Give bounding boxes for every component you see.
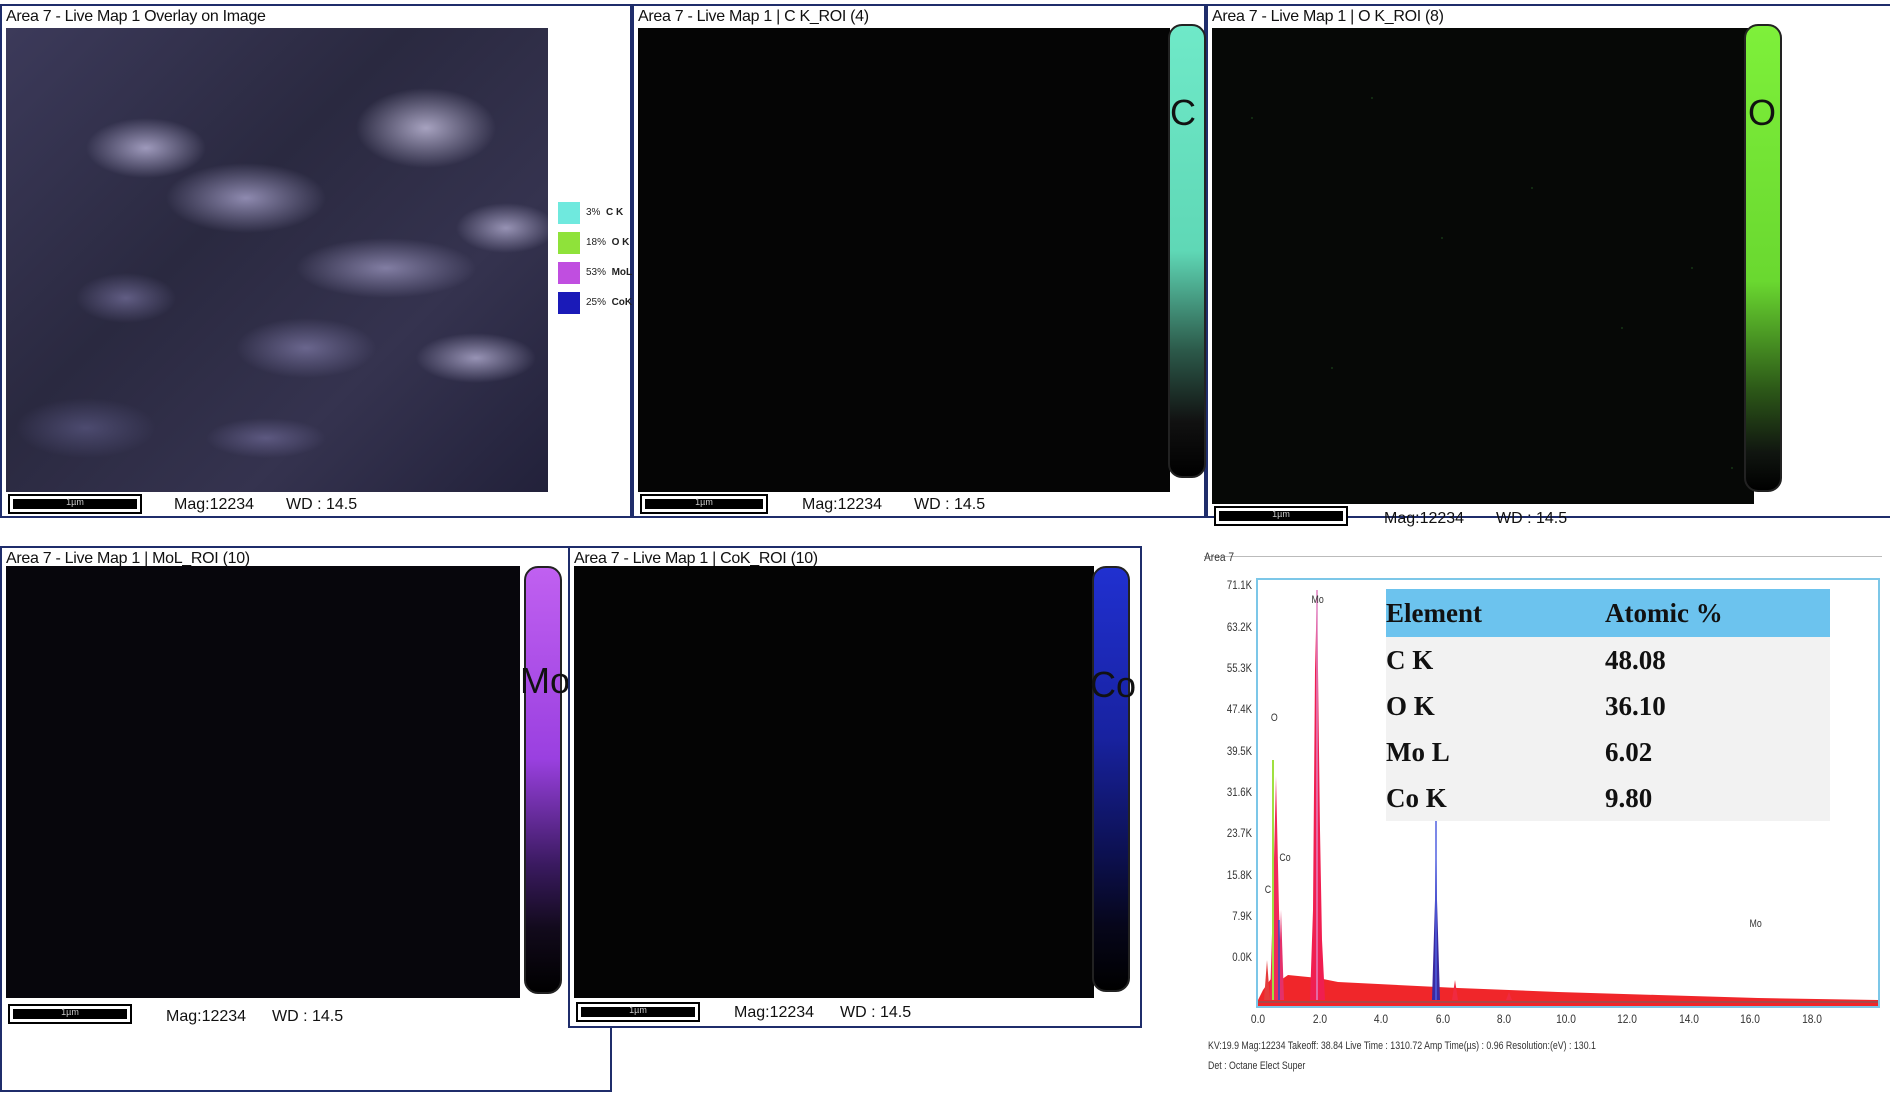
legend-label: C K bbox=[606, 207, 624, 218]
spectrum-peak-c bbox=[1264, 960, 1270, 1000]
table-row: Co K 9.80 bbox=[1386, 775, 1830, 821]
peak-label-mo-high: Mo bbox=[1749, 918, 1762, 930]
value-cell: 36.10 bbox=[1605, 683, 1830, 729]
c-map-panel: Area 7 - Live Map 1 | C K_ROI (4) 1µm Ma… bbox=[632, 4, 1206, 518]
scale-bar: 1µm bbox=[8, 494, 142, 514]
mo-map-image bbox=[6, 566, 520, 998]
y-tick-label: 71.1K bbox=[1226, 578, 1252, 592]
spectrum-title: Area 7 bbox=[1204, 550, 1235, 564]
peak-label-mo: Mo bbox=[1311, 594, 1324, 606]
peak-label-c: C bbox=[1264, 884, 1272, 896]
legend-swatch bbox=[558, 232, 580, 254]
peak-label-o: O bbox=[1270, 712, 1278, 724]
o-map-title: Area 7 - Live Map 1 | O K_ROI (8) bbox=[1212, 8, 1444, 25]
y-tick-label: 47.4K bbox=[1226, 702, 1252, 716]
overlay-panel-title: Area 7 - Live Map 1 Overlay on Image bbox=[6, 8, 266, 25]
magnification-text: Mag:12234 bbox=[802, 496, 883, 513]
scale-bar-label: 1µm bbox=[66, 497, 84, 507]
o-map-image bbox=[1212, 28, 1754, 504]
spectrum-status-line: KV:19.9 Mag:12234 Takeoff: 38.84 Live Ti… bbox=[1208, 1040, 1596, 1052]
working-distance-text: WD : 14.5 bbox=[1496, 510, 1568, 527]
co-intensity-colorbar bbox=[1092, 566, 1130, 992]
scale-bar-label: 1µm bbox=[1272, 509, 1290, 519]
legend-label: MoL bbox=[611, 267, 633, 278]
legend-pct: 25% bbox=[586, 297, 607, 308]
x-tick-label: 12.0 bbox=[1617, 1012, 1637, 1026]
spectrum-continuum bbox=[1258, 975, 1878, 1006]
legend-pct: 53% bbox=[586, 267, 607, 278]
peak-label-co-low: Co bbox=[1279, 852, 1291, 864]
element-cell: Co K bbox=[1386, 775, 1605, 821]
element-cell: Mo L bbox=[1386, 729, 1605, 775]
x-tick-label: 16.0 bbox=[1740, 1012, 1760, 1026]
c-map-image bbox=[638, 28, 1170, 492]
mo-intensity-colorbar bbox=[524, 566, 562, 994]
atomic-percent-table: Element Atomic % C K 48.08 O K 36.10 Mo … bbox=[1386, 589, 1830, 821]
o-element-label: O bbox=[1748, 92, 1777, 133]
x-tick-label: 18.0 bbox=[1802, 1012, 1822, 1026]
working-distance-text: WD : 14.5 bbox=[286, 496, 358, 513]
magnification-text: Mag:12234 bbox=[1384, 510, 1465, 527]
working-distance-text: WD : 14.5 bbox=[914, 496, 986, 513]
c-element-label: C bbox=[1170, 92, 1196, 133]
c-map-title: Area 7 - Live Map 1 | C K_ROI (4) bbox=[638, 8, 869, 25]
x-tick-label: 2.0 bbox=[1312, 1012, 1328, 1026]
o-map-panel: Area 7 - Live Map 1 | O K_ROI (8) 1µm Ma… bbox=[1206, 4, 1890, 527]
legend-pct: 18% bbox=[586, 237, 607, 248]
table-row: Mo L 6.02 bbox=[1386, 729, 1830, 775]
x-tick-label: 0.0 bbox=[1250, 1012, 1266, 1026]
magnification-text: Mag:12234 bbox=[734, 1004, 815, 1021]
scale-bar: 1µm bbox=[640, 494, 768, 514]
table-header-row: Element Atomic % bbox=[1386, 589, 1830, 637]
co-element-label: Co bbox=[1090, 664, 1137, 705]
x-tick-label: 8.0 bbox=[1496, 1012, 1512, 1026]
y-tick-label: 0.0K bbox=[1232, 950, 1252, 964]
mo-element-label: Mo bbox=[520, 660, 571, 701]
scale-bar-label: 1µm bbox=[629, 1005, 647, 1015]
table-row: C K 48.08 bbox=[1386, 637, 1830, 683]
overlay-image bbox=[6, 28, 548, 492]
scale-bar: 1µm bbox=[1214, 506, 1348, 526]
legend-pct: 3% bbox=[586, 207, 601, 218]
header-element: Element bbox=[1386, 589, 1605, 637]
element-cell: O K bbox=[1386, 683, 1605, 729]
legend-swatch bbox=[558, 262, 580, 284]
y-tick-label: 39.5K bbox=[1226, 744, 1252, 758]
y-tick-label: 7.9K bbox=[1232, 909, 1252, 923]
y-tick-label: 15.8K bbox=[1226, 868, 1252, 882]
y-tick-label: 31.6K bbox=[1226, 785, 1252, 799]
scale-bar: 1µm bbox=[576, 1002, 700, 1022]
x-tick-label: 6.0 bbox=[1435, 1012, 1451, 1026]
legend-swatch bbox=[558, 292, 580, 314]
working-distance-text: WD : 14.5 bbox=[272, 1008, 344, 1025]
value-cell: 6.02 bbox=[1605, 729, 1830, 775]
x-tick-label: 4.0 bbox=[1373, 1012, 1389, 1026]
value-cell: 48.08 bbox=[1605, 637, 1830, 683]
y-tick-label: 63.2K bbox=[1226, 620, 1252, 634]
value-cell: 9.80 bbox=[1605, 775, 1830, 821]
scale-bar-label: 1µm bbox=[695, 497, 713, 507]
scale-bar-label: 1µm bbox=[61, 1007, 79, 1017]
overlay-panel: Area 7 - Live Map 1 Overlay on Image 3% … bbox=[0, 4, 632, 518]
x-tick-label: 14.0 bbox=[1679, 1012, 1699, 1026]
magnification-text: Mag:12234 bbox=[174, 496, 255, 513]
mo-map-panel: Area 7 - Live Map 1 | MoL_ROI (10) 1µm M… bbox=[0, 546, 612, 1092]
x-tick-label: 10.0 bbox=[1556, 1012, 1576, 1026]
detector-status-line: Det : Octane Elect Super bbox=[1208, 1060, 1306, 1072]
magnification-text: Mag:12234 bbox=[166, 1008, 247, 1025]
table-row: O K 36.10 bbox=[1386, 683, 1830, 729]
working-distance-text: WD : 14.5 bbox=[840, 1004, 912, 1021]
element-cell: C K bbox=[1386, 637, 1605, 683]
legend-swatch bbox=[558, 202, 580, 224]
header-atomic-percent: Atomic % bbox=[1605, 589, 1830, 637]
co-map-image bbox=[574, 566, 1094, 998]
co-map-panel: Area 7 - Live Map 1 | CoK_ROI (10) 1µm M… bbox=[568, 546, 1142, 1028]
element-legend: 3% C K 18% O K 53% MoL 25% CoK bbox=[558, 202, 634, 314]
y-tick-label: 23.7K bbox=[1226, 826, 1252, 840]
scale-bar: 1µm bbox=[8, 1004, 132, 1024]
legend-label: O K bbox=[611, 237, 630, 248]
legend-label: CoK bbox=[611, 297, 633, 308]
y-tick-label: 55.3K bbox=[1226, 661, 1252, 675]
